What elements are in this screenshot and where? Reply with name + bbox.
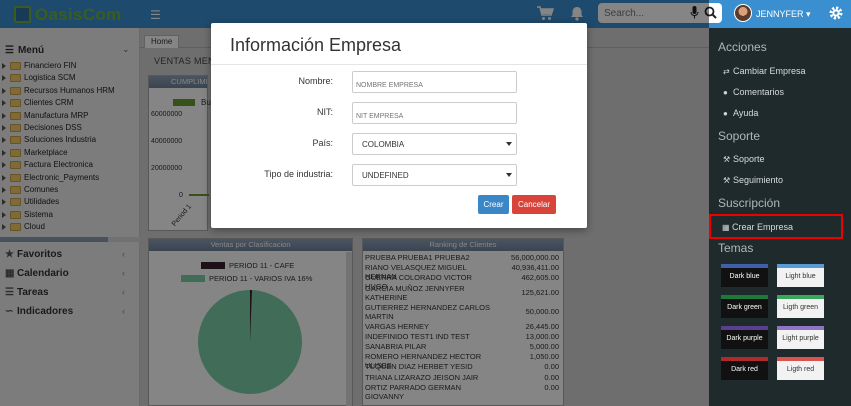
link-label: Cambiar Empresa [733,66,806,76]
user-menu[interactable]: JENNYFER ▾ [756,9,811,20]
building-icon: ▦ [722,223,730,232]
theme-swatch[interactable]: Dark purple [721,326,768,349]
gear-icon[interactable] [828,5,844,21]
nit-empresa-input[interactable] [352,102,517,124]
modal-title: Información Empresa [230,35,402,55]
pais-label: País: [312,138,333,148]
ayuda-link[interactable]: ● Ayuda [723,108,758,118]
help-icon: ● [723,109,728,118]
soporte-heading: Soporte [718,129,761,143]
username: JENNYFER [756,9,804,19]
theme-swatch[interactable]: Dark green [721,295,768,318]
link-label: Soporte [733,154,765,164]
nombre-row: Nombre: [211,71,587,93]
nombre-empresa-input[interactable] [352,71,517,93]
temas-heading: Temas [718,241,754,255]
industria-value: UNDEFINED [362,171,409,180]
wrench-icon: ⚒ [723,155,731,164]
theme-label: Ligth green [782,304,819,311]
soporte-link[interactable]: ⚒ Soporte [723,154,765,164]
theme-label: Dark green [727,304,762,311]
nombre-label: Nombre: [298,76,333,86]
acciones-heading: Acciones [718,40,767,54]
pais-row: País: COLOMBIA [211,133,587,155]
tipo-industria-select[interactable]: UNDEFINED [352,164,517,186]
theme-label: Dark purple [726,335,763,342]
comentarios-link[interactable]: ● Comentarios [723,87,784,97]
nit-label: NIT: [316,107,333,117]
suscripcion-heading: Suscripción [718,196,781,210]
theme-label: Dark blue [729,273,760,280]
theme-label: Light purple [782,335,819,342]
nit-row: NIT: [211,102,587,124]
user-avatar[interactable] [734,4,752,22]
theme-label: Dark red [731,366,758,373]
comments-icon: ● [723,88,728,97]
exchange-icon: ⇄ [723,67,730,76]
crear-button[interactable]: Crear [478,195,509,214]
pais-value: COLOMBIA [362,140,405,149]
link-label: Comentarios [733,87,785,97]
crear-empresa-link[interactable]: ▦ Crear Empresa [709,214,843,239]
industria-label: Tipo de industria: [264,169,333,179]
theme-label: Light blue [785,273,816,280]
right-control-panel: Acciones ⇄ Cambiar Empresa ● Comentarios ●… [709,28,851,406]
chevron-down-icon: ▾ [806,9,811,19]
wrench-icon: ⚒ [723,176,731,185]
theme-label: Ligth red [786,366,815,373]
cambiar-empresa-link[interactable]: ⇄ Cambiar Empresa [723,66,806,76]
theme-swatch[interactable]: Light purple [777,326,824,349]
theme-swatch[interactable]: Dark blue [721,264,768,287]
theme-swatch[interactable]: Dark red [721,357,768,380]
industria-row: Tipo de industria: UNDEFINED [211,164,587,186]
seguimiento-link[interactable]: ⚒ Seguimiento [723,175,783,185]
link-label: Ayuda [733,108,759,118]
pais-select[interactable]: COLOMBIA [352,133,517,155]
cancelar-button[interactable]: Cancelar [512,195,556,214]
modal-divider [211,64,587,65]
caret-down-icon [506,142,512,146]
caret-down-icon [506,173,512,177]
link-label: Crear Empresa [732,222,794,232]
theme-swatch[interactable]: Ligth green [777,295,824,318]
theme-swatch[interactable]: Light blue [777,264,824,287]
theme-swatch[interactable]: Ligth red [777,357,824,380]
informacion-empresa-modal: Información Empresa Nombre: NIT: País: C… [211,23,587,228]
link-label: Seguimiento [733,175,784,185]
